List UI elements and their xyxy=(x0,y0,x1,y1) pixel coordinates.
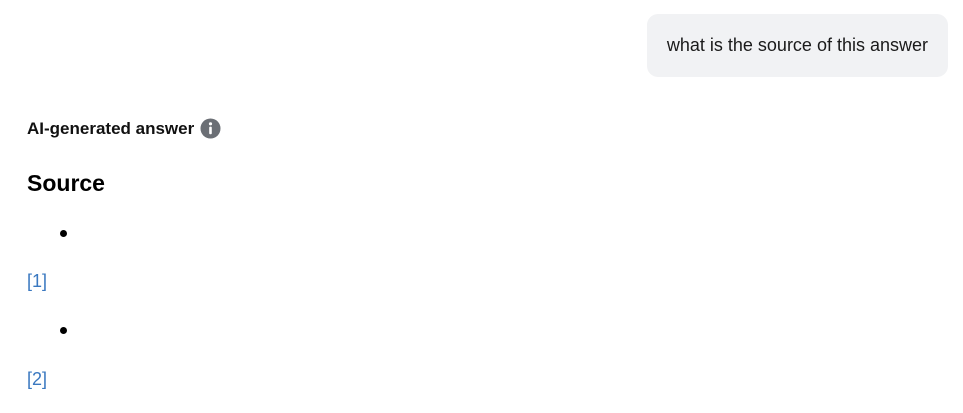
list-bullet xyxy=(60,327,67,334)
info-icon[interactable] xyxy=(200,118,221,139)
reference-link-1[interactable]: [1] xyxy=(27,271,47,292)
list-bullet xyxy=(60,230,67,237)
reference-link-2[interactable]: [2] xyxy=(27,369,47,390)
user-message-bubble: what is the source of this answer xyxy=(646,14,948,77)
ai-answer-label: AI-generated answer xyxy=(27,118,195,138)
source-heading: Source xyxy=(27,170,105,196)
answer-header: AI-generated answer xyxy=(27,118,221,139)
user-message-text: what is the source of this answer xyxy=(666,35,928,55)
